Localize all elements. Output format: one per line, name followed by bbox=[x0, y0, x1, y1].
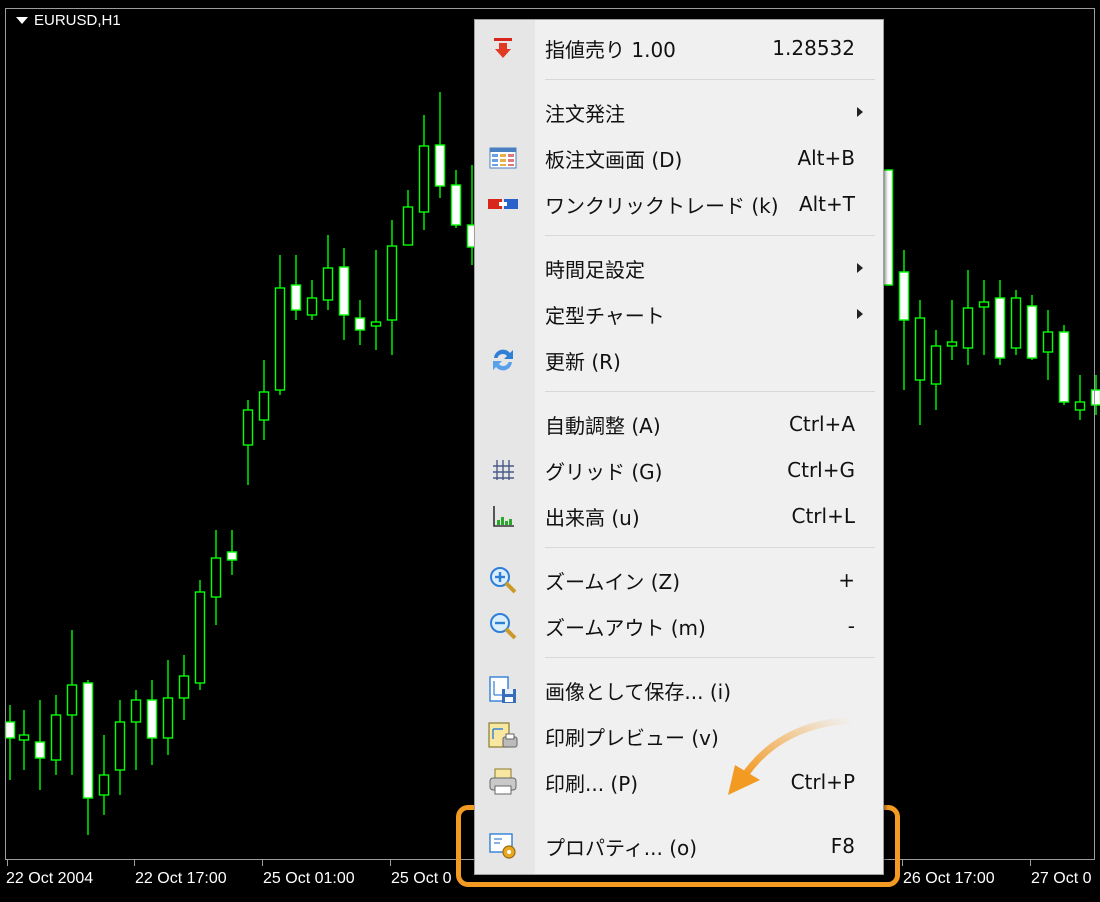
x-tick-label: 25 Oct 01:00 bbox=[263, 870, 355, 887]
print-icon bbox=[487, 766, 519, 798]
x-tick-mark bbox=[262, 860, 263, 866]
menu-item-shortcut: Alt+B bbox=[797, 146, 855, 170]
menu-item-shortcut: 1.28532 bbox=[772, 36, 855, 60]
zoom-out-icon bbox=[487, 610, 519, 642]
submenu-arrow-icon bbox=[857, 309, 863, 319]
menu-item-label: ワンクリックトレード (k) bbox=[545, 193, 779, 218]
menu-separator bbox=[545, 79, 875, 80]
refresh-icon bbox=[487, 344, 519, 376]
menu-item-label: 更新 (R) bbox=[545, 349, 621, 374]
menu-item-order-book[interactable]: 板注文画面 (D) Alt+B bbox=[475, 138, 883, 178]
menu-item-label: 画像として保存... (i) bbox=[545, 679, 731, 704]
menu-item-label: ズームアウト (m) bbox=[545, 615, 706, 640]
menu-separator bbox=[545, 547, 875, 548]
x-tick-label: 25 Oct 0 bbox=[391, 870, 452, 887]
menu-item-shortcut: Ctrl+A bbox=[788, 412, 855, 436]
menu-separator bbox=[545, 235, 875, 236]
order-book-icon bbox=[487, 142, 519, 174]
volume-icon bbox=[487, 500, 519, 532]
menu-item-label: 時間足設定 bbox=[545, 257, 645, 282]
x-tick-label: 22 Oct 2004 bbox=[6, 870, 94, 887]
submenu-arrow-icon bbox=[857, 107, 863, 117]
menu-item-label: 指値売り 1.00 bbox=[545, 37, 676, 62]
menu-item-shortcut: Ctrl+G bbox=[787, 458, 855, 482]
menu-item-template[interactable]: 定型チャート bbox=[475, 294, 883, 334]
dropdown-triangle-icon[interactable] bbox=[16, 17, 28, 24]
menu-item-label: 印刷... (P) bbox=[545, 771, 639, 796]
menu-item-one-click-trade[interactable]: ワンクリックトレード (k) Alt+T bbox=[475, 184, 883, 224]
grid-icon bbox=[487, 454, 519, 486]
chart-window: EURUSD,H1 22 Oct 2004 22 Oct 17:00 25 Oc… bbox=[0, 0, 1100, 902]
symbol-text: EURUSD,H1 bbox=[34, 12, 121, 29]
x-tick-mark bbox=[1030, 860, 1031, 866]
menu-item-refresh[interactable]: 更新 (R) bbox=[475, 340, 883, 380]
menu-item-autoscroll[interactable]: 自動調整 (A) Ctrl+A bbox=[475, 404, 883, 444]
menu-item-label: プロパティ... (o) bbox=[545, 835, 698, 860]
menu-item-timeframe[interactable]: 時間足設定 bbox=[475, 248, 883, 288]
menu-item-label: 印刷プレビュー (v) bbox=[545, 725, 719, 750]
menu-item-sell-limit[interactable]: 指値売り 1.00 1.28532 bbox=[475, 28, 883, 68]
properties-icon bbox=[487, 830, 519, 862]
symbol-label[interactable]: EURUSD,H1 bbox=[16, 12, 121, 29]
x-tick-mark bbox=[390, 860, 391, 866]
menu-item-shortcut: Alt+T bbox=[798, 192, 855, 216]
menu-item-label: 出来高 (u) bbox=[545, 505, 640, 530]
print-preview-icon bbox=[487, 720, 519, 752]
menu-item-label: 定型チャート bbox=[545, 303, 665, 328]
menu-item-shortcut: F8 bbox=[830, 834, 855, 858]
menu-item-new-order[interactable]: 注文発注 bbox=[475, 92, 883, 132]
zoom-in-icon bbox=[487, 564, 519, 596]
save-image-icon bbox=[487, 674, 519, 706]
sell-arrow-icon bbox=[487, 32, 519, 64]
submenu-arrow-icon bbox=[857, 263, 863, 273]
menu-item-grid[interactable]: グリッド (G) Ctrl+G bbox=[475, 450, 883, 490]
menu-item-zoom-in[interactable]: ズームイン (Z) + bbox=[475, 560, 883, 600]
x-tick-mark bbox=[902, 860, 903, 866]
menu-item-shortcut: + bbox=[838, 568, 855, 592]
menu-item-properties[interactable]: プロパティ... (o) F8 bbox=[475, 826, 883, 866]
menu-item-label: グリッド (G) bbox=[545, 459, 663, 484]
menu-item-zoom-out[interactable]: ズームアウト (m) - bbox=[475, 606, 883, 646]
menu-item-volume[interactable]: 出来高 (u) Ctrl+L bbox=[475, 496, 883, 536]
x-tick-label: 26 Oct 17:00 bbox=[903, 870, 995, 887]
x-tick-label: 22 Oct 17:00 bbox=[135, 870, 227, 887]
menu-item-shortcut: Ctrl+L bbox=[791, 504, 856, 528]
x-tick-mark bbox=[7, 860, 8, 866]
menu-item-label: 注文発注 bbox=[545, 101, 625, 126]
menu-item-label: ズームイン (Z) bbox=[545, 569, 681, 594]
menu-item-save-image[interactable]: 画像として保存... (i) bbox=[475, 670, 883, 710]
x-tick-mark bbox=[134, 860, 135, 866]
one-click-trade-icon bbox=[487, 188, 519, 220]
x-tick-label: 27 Oct 0 bbox=[1031, 870, 1092, 887]
menu-separator bbox=[545, 391, 875, 392]
menu-item-label: 板注文画面 (D) bbox=[545, 147, 683, 172]
callout-arrow-icon bbox=[728, 716, 854, 795]
menu-separator bbox=[545, 657, 875, 658]
menu-item-shortcut: - bbox=[847, 614, 855, 638]
menu-item-label: 自動調整 (A) bbox=[545, 413, 661, 438]
